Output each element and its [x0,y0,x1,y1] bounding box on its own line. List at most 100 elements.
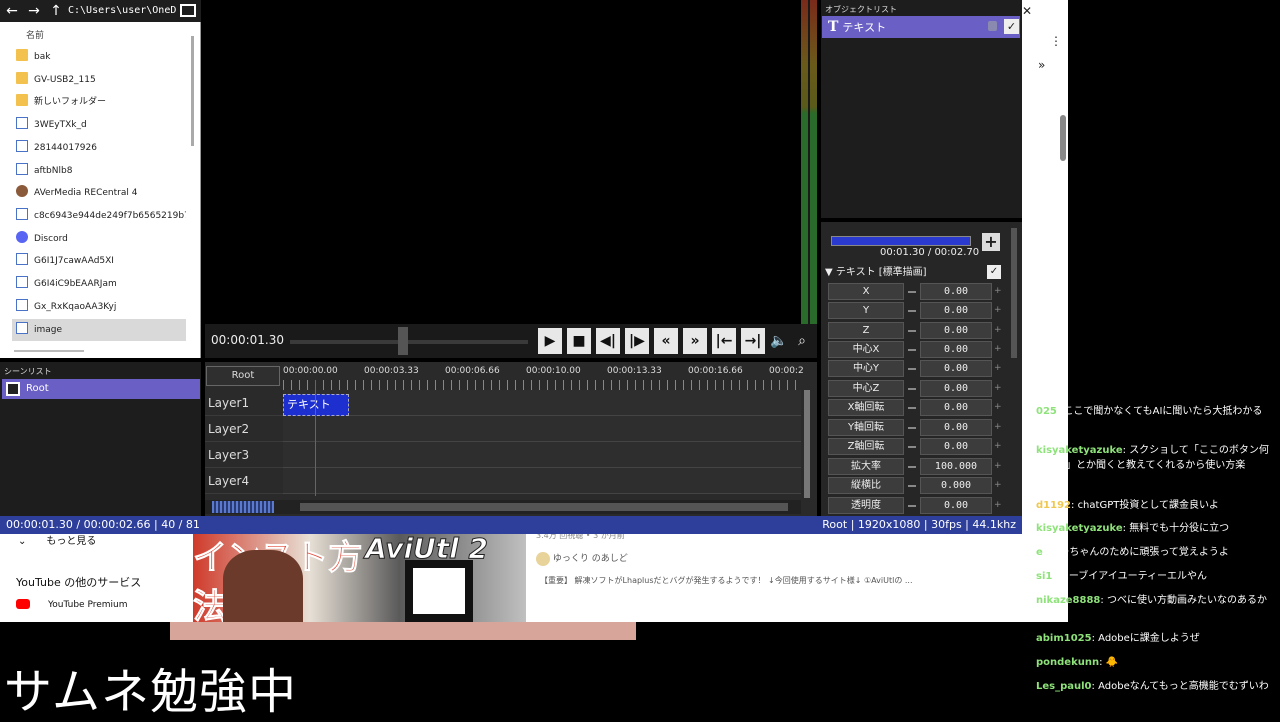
file-row[interactable]: 28144017926 [12,137,186,159]
increase-icon[interactable]: + [994,384,1002,393]
decrease-icon[interactable] [908,466,916,468]
decrease-icon[interactable] [908,349,916,351]
enable-checkbox[interactable]: ✓ [987,265,1001,279]
file-row[interactable]: G6I1J7cawAAd5XI [12,250,186,272]
layer-track[interactable] [283,468,801,494]
param-label[interactable]: 中心X [828,341,904,358]
file-row-selected[interactable]: image [12,319,186,341]
decrease-icon[interactable] [908,388,916,390]
increase-icon[interactable]: + [994,326,1002,335]
param-value[interactable]: 0.000 [920,477,992,494]
property-scrollbar[interactable] [1011,228,1017,358]
param-value[interactable]: 100.000 [920,458,992,475]
decrease-icon[interactable] [908,427,916,429]
param-label[interactable]: 中心Y [828,360,904,377]
layer-track[interactable] [283,442,801,468]
file-row[interactable]: 新しいフォルダー [12,91,186,113]
decrease-icon[interactable] [908,368,916,370]
increase-icon[interactable]: + [994,423,1002,432]
increase-icon[interactable]: + [994,481,1002,490]
scrollbar[interactable] [191,36,194,146]
increase-icon[interactable]: + [994,442,1002,451]
decrease-icon[interactable] [908,485,916,487]
close-icon[interactable]: ✕ [1022,4,1032,18]
file-row[interactable]: Gx_RxKqaoAA3Kyj [12,296,186,318]
layer-label[interactable]: Layer4 [205,468,283,494]
decrease-icon[interactable] [908,310,916,312]
increase-icon[interactable]: + [994,501,1002,510]
param-label[interactable]: 拡大率 [828,458,904,475]
folder-browse-icon[interactable] [180,4,196,17]
increase-icon[interactable]: + [994,364,1002,373]
rewind-icon[interactable]: « [654,328,678,354]
address-bar[interactable]: C:\Users\user\OneD [68,2,176,20]
next-frame-icon[interactable]: |▶ [625,328,649,354]
param-label[interactable]: X [828,283,904,300]
file-row[interactable]: c8c6943e944de249f7b6565219b7726f [12,205,186,227]
file-row[interactable]: bak [12,46,186,68]
param-value[interactable]: 0.00 [920,380,992,397]
file-row[interactable]: AVerMedia RECentral 4 [12,182,186,204]
layer-track[interactable] [283,390,801,416]
param-label[interactable]: 縦横比 [828,477,904,494]
param-label[interactable]: 透明度 [828,497,904,514]
increase-icon[interactable]: + [994,345,1002,354]
video-thumbnail[interactable]: インスト方法 AviUtl 2 [193,530,526,622]
file-row[interactable]: G6I4iC9bEAARJam [12,273,186,295]
layer-label[interactable]: Layer3 [205,442,283,468]
volume-icon[interactable]: 🔈 [770,332,788,350]
visibility-checkbox[interactable]: ✓ [1004,19,1019,34]
seek-slider[interactable] [290,340,528,344]
decrease-icon[interactable] [908,505,916,507]
file-row[interactable]: aftbNlb8 [12,160,186,182]
param-label[interactable]: Z軸回転 [828,438,904,455]
youtube-premium-link[interactable]: YouTube Premium [16,599,128,610]
preview-canvas[interactable] [205,0,803,324]
scrollbar[interactable] [1060,115,1066,161]
param-value[interactable]: 0.00 [920,302,992,319]
skip-to-start-icon[interactable]: |← [712,328,736,354]
seek-slider-handle[interactable] [398,327,408,355]
column-header-name[interactable]: 名前 [26,28,44,41]
scene-item-root[interactable]: Root [2,379,200,399]
layer-track[interactable] [283,416,801,442]
zoom-icon[interactable]: ⌕ [793,332,811,350]
chevron-double-right-icon[interactable]: » [1038,58,1045,72]
more-vert-icon[interactable]: ⋮ [1050,34,1062,48]
horizontal-scrollbar[interactable] [14,350,84,352]
forward-arrow-icon[interactable]: → [24,0,44,22]
param-value[interactable]: 0.00 [920,341,992,358]
add-filter-button[interactable]: + [982,233,1000,251]
fast-forward-icon[interactable]: » [683,328,707,354]
back-arrow-icon[interactable]: ← [2,0,22,22]
timeline-vertical-scrollbar[interactable] [804,390,810,498]
increase-icon[interactable]: + [994,403,1002,412]
param-value[interactable]: 0.00 [920,322,992,339]
param-value[interactable]: 0.00 [920,283,992,300]
increase-icon[interactable]: + [994,287,1002,296]
show-more-link[interactable]: ⌄ もっと見る [18,532,96,547]
param-label[interactable]: Y [828,302,904,319]
increase-icon[interactable]: + [994,462,1002,471]
object-duration-bar[interactable] [831,236,971,246]
param-label[interactable]: Y軸回転 [828,419,904,436]
increase-icon[interactable]: + [994,306,1002,315]
stop-icon[interactable]: ■ [567,328,591,354]
property-header[interactable]: ▼ テキスト [標準描画] [825,265,1005,281]
file-row[interactable]: Discord [12,228,186,250]
file-row[interactable]: GV-USB2_115 [12,69,186,91]
timeline-zoom-control[interactable] [212,501,274,513]
param-value[interactable]: 0.00 [920,419,992,436]
decrease-icon[interactable] [908,330,916,332]
lock-icon[interactable] [988,21,997,31]
playhead[interactable] [315,380,316,496]
param-value[interactable]: 0.00 [920,360,992,377]
decrease-icon[interactable] [908,407,916,409]
timeline-root-tab[interactable]: Root [206,366,280,386]
param-label[interactable]: X軸回転 [828,399,904,416]
text-clip[interactable]: テキスト [283,394,349,416]
file-row[interactable]: 3WEyTXk_d [12,114,186,136]
channel-name[interactable]: ゆっくり のあしど [536,551,628,566]
param-label[interactable]: Z [828,322,904,339]
decrease-icon[interactable] [908,446,916,448]
